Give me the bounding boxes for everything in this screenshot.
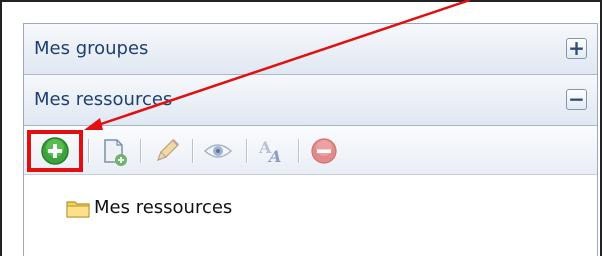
new-document-button[interactable] bbox=[97, 135, 129, 167]
toolbar-separator bbox=[140, 139, 141, 163]
remove-button[interactable] bbox=[308, 135, 340, 167]
edit-button[interactable] bbox=[150, 135, 182, 167]
section-header-resources[interactable]: Mes ressources − bbox=[24, 75, 597, 126]
svg-text:A: A bbox=[267, 147, 281, 166]
toolbar-separator bbox=[192, 139, 193, 163]
pencil-icon bbox=[156, 139, 179, 162]
folder-icon bbox=[66, 201, 90, 218]
view-button[interactable] bbox=[202, 135, 234, 167]
tree-item-label: Mes ressources bbox=[94, 197, 233, 218]
remove-circle-icon bbox=[311, 138, 337, 164]
new-document-icon bbox=[104, 139, 127, 166]
section-title-groups: Mes groupes bbox=[34, 38, 149, 59]
expand-icon[interactable]: + bbox=[566, 38, 587, 59]
toolbar-separator bbox=[246, 139, 247, 163]
toolbar-separator bbox=[88, 139, 89, 163]
text-style-button[interactable]: A A bbox=[256, 135, 288, 167]
section-header-groups[interactable]: Mes groupes + bbox=[24, 24, 597, 75]
toolbar-separator bbox=[298, 139, 299, 163]
resources-toolbar: A A bbox=[24, 126, 597, 175]
resources-panel: Mes groupes + Mes ressources − A A Mes r… bbox=[23, 23, 598, 256]
section-title-resources: Mes ressources bbox=[34, 89, 173, 110]
eye-icon bbox=[203, 144, 233, 158]
text-style-icon: A A bbox=[258, 138, 281, 166]
collapse-icon[interactable]: − bbox=[566, 89, 587, 110]
highlight-box bbox=[27, 130, 83, 172]
